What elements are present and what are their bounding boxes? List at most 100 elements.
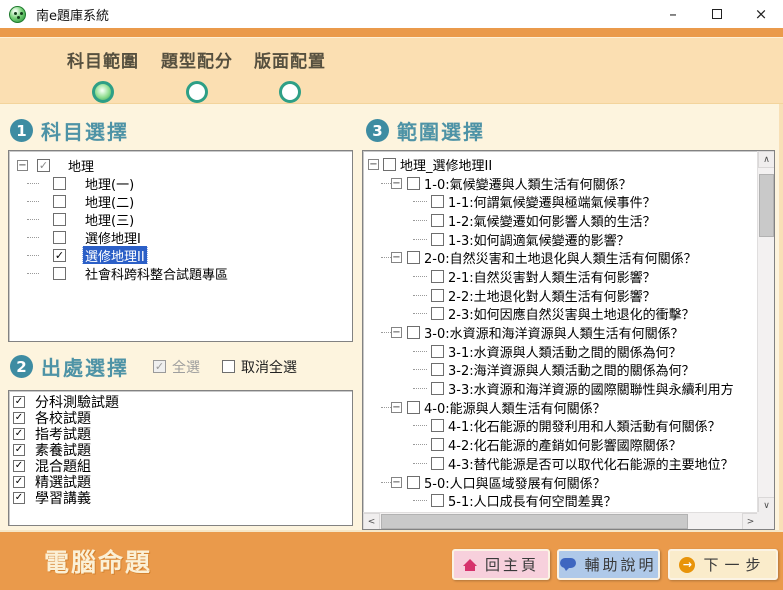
tree-item[interactable]: − 1-0:氣候變遷與人類生活有何關係？ <box>363 174 759 193</box>
tree-item-label[interactable]: 3-0:水資源和海洋資源與人類生活有何關係？ <box>422 323 686 342</box>
checkbox[interactable] <box>53 267 66 280</box>
tree-item-label[interactable]: 4-0:能源與人類生活有何關係？ <box>422 398 608 417</box>
checkbox[interactable] <box>431 289 444 302</box>
tree-item-label[interactable]: 地理(二) <box>83 192 136 210</box>
tree-item[interactable]: − 2-0:自然災害和土地退化與人類生活有何關係？ <box>363 248 759 267</box>
tree-item[interactable]: 2-1:自然災害對人類生活有何影響？ <box>363 267 759 286</box>
checkbox[interactable] <box>431 363 444 376</box>
tree-item-label[interactable]: 5-0:人口與區域發展有何關係？ <box>422 473 608 492</box>
vertical-scroll-thumb[interactable] <box>759 174 774 237</box>
tree-item[interactable]: ✓選修地理II <box>9 246 352 264</box>
checkbox[interactable] <box>407 401 420 414</box>
checkbox[interactable]: ✓ <box>13 492 25 504</box>
expand-minus-icon[interactable]: − <box>391 402 402 413</box>
expand-minus-icon[interactable]: − <box>368 159 379 170</box>
tree-item-label[interactable]: 地理(一) <box>83 174 136 192</box>
checkbox[interactable] <box>431 195 444 208</box>
horizontal-scrollbar[interactable]: < > <box>363 512 759 529</box>
checkbox[interactable]: ✓ <box>13 428 25 440</box>
deselect-all-checkbox-group[interactable]: 取消全選 <box>222 357 297 377</box>
step-question-allocation[interactable]: 題型配分 <box>153 47 241 103</box>
checkbox[interactable] <box>383 158 396 171</box>
tree-item[interactable]: 地理(三) <box>9 210 352 228</box>
tree-item[interactable]: 4-1:化石能源的開發利用和人類活動有何關係？ <box>363 417 759 436</box>
checkbox[interactable]: ✓ <box>37 159 50 172</box>
tree-item[interactable]: 3-2:海洋資源與人類活動之間的關係為何？ <box>363 361 759 380</box>
tree-item-label[interactable]: 4-2:化石能源的產銷如何影響國際關係？ <box>446 435 684 454</box>
tree-item-label[interactable]: 地理(三) <box>83 210 136 228</box>
step-layout-config[interactable]: 版面配置 <box>246 47 334 103</box>
checkbox[interactable] <box>431 419 444 432</box>
expand-minus-icon[interactable]: − <box>391 252 402 263</box>
tree-item-label[interactable]: 2-3:如何因應自然災害與土地退化的衝擊？ <box>446 305 697 324</box>
checkbox[interactable] <box>431 382 444 395</box>
tree-item[interactable]: 3-1:水資源與人類活動之間的關係為何？ <box>363 342 759 361</box>
tree-item[interactable]: − 4-0:能源與人類生活有何關係？ <box>363 398 759 417</box>
next-step-button[interactable]: → 下一步 <box>668 549 778 580</box>
tree-item-label[interactable]: 3-2:海洋資源與人類活動之間的關係為何？ <box>446 361 697 380</box>
scroll-left-button[interactable]: < <box>363 513 380 530</box>
checkbox[interactable] <box>53 213 66 226</box>
help-button[interactable]: 輔助說明 <box>557 549 660 580</box>
scroll-up-button[interactable]: ∧ <box>758 151 775 168</box>
tree-item[interactable]: −✓地理 <box>9 156 352 174</box>
expand-minus-icon[interactable]: − <box>391 178 402 189</box>
tree-item[interactable]: 2-2:土地退化對人類生活有何影響？ <box>363 286 759 305</box>
checkbox[interactable] <box>53 177 66 190</box>
vertical-scrollbar[interactable]: ∧ ∨ <box>757 151 774 514</box>
tree-item-label[interactable]: 2-0:自然災害和土地退化與人類生活有何關係？ <box>422 248 699 267</box>
expand-minus-icon[interactable]: − <box>391 327 402 338</box>
tree-item[interactable]: 1-2:氣候變遷如何影響人類的生活？ <box>363 211 759 230</box>
select-all-checkbox[interactable]: ✓ <box>153 360 166 373</box>
tree-item[interactable]: 2-3:如何因應自然災害與土地退化的衝擊？ <box>363 305 759 324</box>
tree-item-label[interactable]: 1-0:氣候變遷與人類生活有何關係？ <box>422 174 634 193</box>
tree-item-label[interactable]: 1-2:氣候變遷如何影響人類的生活？ <box>446 211 658 230</box>
tree-item[interactable]: 3-3:水資源和海洋資源的國際關聯性與永續利用方 <box>363 379 759 398</box>
checkbox[interactable]: ✓ <box>13 476 25 488</box>
tree-item[interactable]: 社會科跨科整合試題專區 <box>9 264 352 282</box>
tree-item-label[interactable]: 2-1:自然災害對人類生活有何影響？ <box>446 267 658 286</box>
maximize-button[interactable] <box>695 0 739 28</box>
step-subject-range[interactable]: 科目範圍 <box>59 47 147 103</box>
deselect-all-checkbox[interactable] <box>222 360 235 373</box>
tree-item-label[interactable]: 2-2:土地退化對人類生活有何影響？ <box>446 286 658 305</box>
expand-minus-icon[interactable]: − <box>391 477 402 488</box>
checkbox[interactable] <box>53 195 66 208</box>
checkbox[interactable] <box>431 438 444 451</box>
checkbox[interactable] <box>407 326 420 339</box>
tree-item[interactable]: 地理(一) <box>9 174 352 192</box>
checkbox[interactable]: ✓ <box>13 396 25 408</box>
checkbox[interactable]: ✓ <box>13 444 25 456</box>
home-button[interactable]: 回主頁 <box>452 549 550 580</box>
close-button[interactable]: × <box>739 0 783 28</box>
checkbox[interactable]: ✓ <box>53 249 66 262</box>
tree-item[interactable]: 1-3:如何調適氣候變遷的影響？ <box>363 230 759 249</box>
checkbox[interactable] <box>431 214 444 227</box>
tree-item[interactable]: 4-2:化石能源的產銷如何影響國際關係？ <box>363 435 759 454</box>
tree-item-label[interactable]: 地理 <box>66 156 96 174</box>
select-all-checkbox-group[interactable]: ✓ 全選 <box>153 357 200 377</box>
checkbox[interactable] <box>53 231 66 244</box>
tree-item[interactable]: 選修地理I <box>9 228 352 246</box>
checkbox[interactable] <box>407 476 420 489</box>
checkbox[interactable] <box>431 457 444 470</box>
checkbox[interactable] <box>407 251 420 264</box>
tree-item-label[interactable]: 1-1:何謂氣候變遷與極端氣候事件？ <box>446 192 658 211</box>
checkbox[interactable] <box>431 307 444 320</box>
tree-item-label[interactable]: 3-3:水資源和海洋資源的國際關聯性與永續利用方 <box>446 379 736 398</box>
tree-item[interactable]: − 5-0:人口與區域發展有何關係？ <box>363 473 759 492</box>
tree-item-label[interactable]: 5-1:人口成長有何空間差異？ <box>446 491 619 510</box>
tree-item[interactable]: 1-1:何謂氣候變遷與極端氣候事件？ <box>363 192 759 211</box>
minimize-button[interactable]: – <box>651 0 695 28</box>
tree-item-label[interactable]: 1-3:如何調適氣候變遷的影響？ <box>446 230 632 249</box>
checkbox[interactable] <box>431 233 444 246</box>
tree-item-label[interactable]: 地理_選修地理II <box>398 155 494 174</box>
tree-item-label[interactable]: 4-1:化石能源的開發利用和人類活動有何關係？ <box>446 417 723 436</box>
checkbox[interactable] <box>431 494 444 507</box>
checkbox[interactable] <box>407 177 420 190</box>
tree-item-label[interactable]: 3-1:水資源與人類活動之間的關係為何？ <box>446 342 684 361</box>
horizontal-scroll-thumb[interactable] <box>381 514 688 529</box>
source-list-item[interactable]: ✓學習講義 <box>9 490 352 506</box>
checkbox[interactable] <box>431 270 444 283</box>
tree-item[interactable]: 4-3:替代能源是否可以取代化石能源的主要地位？ <box>363 454 759 473</box>
